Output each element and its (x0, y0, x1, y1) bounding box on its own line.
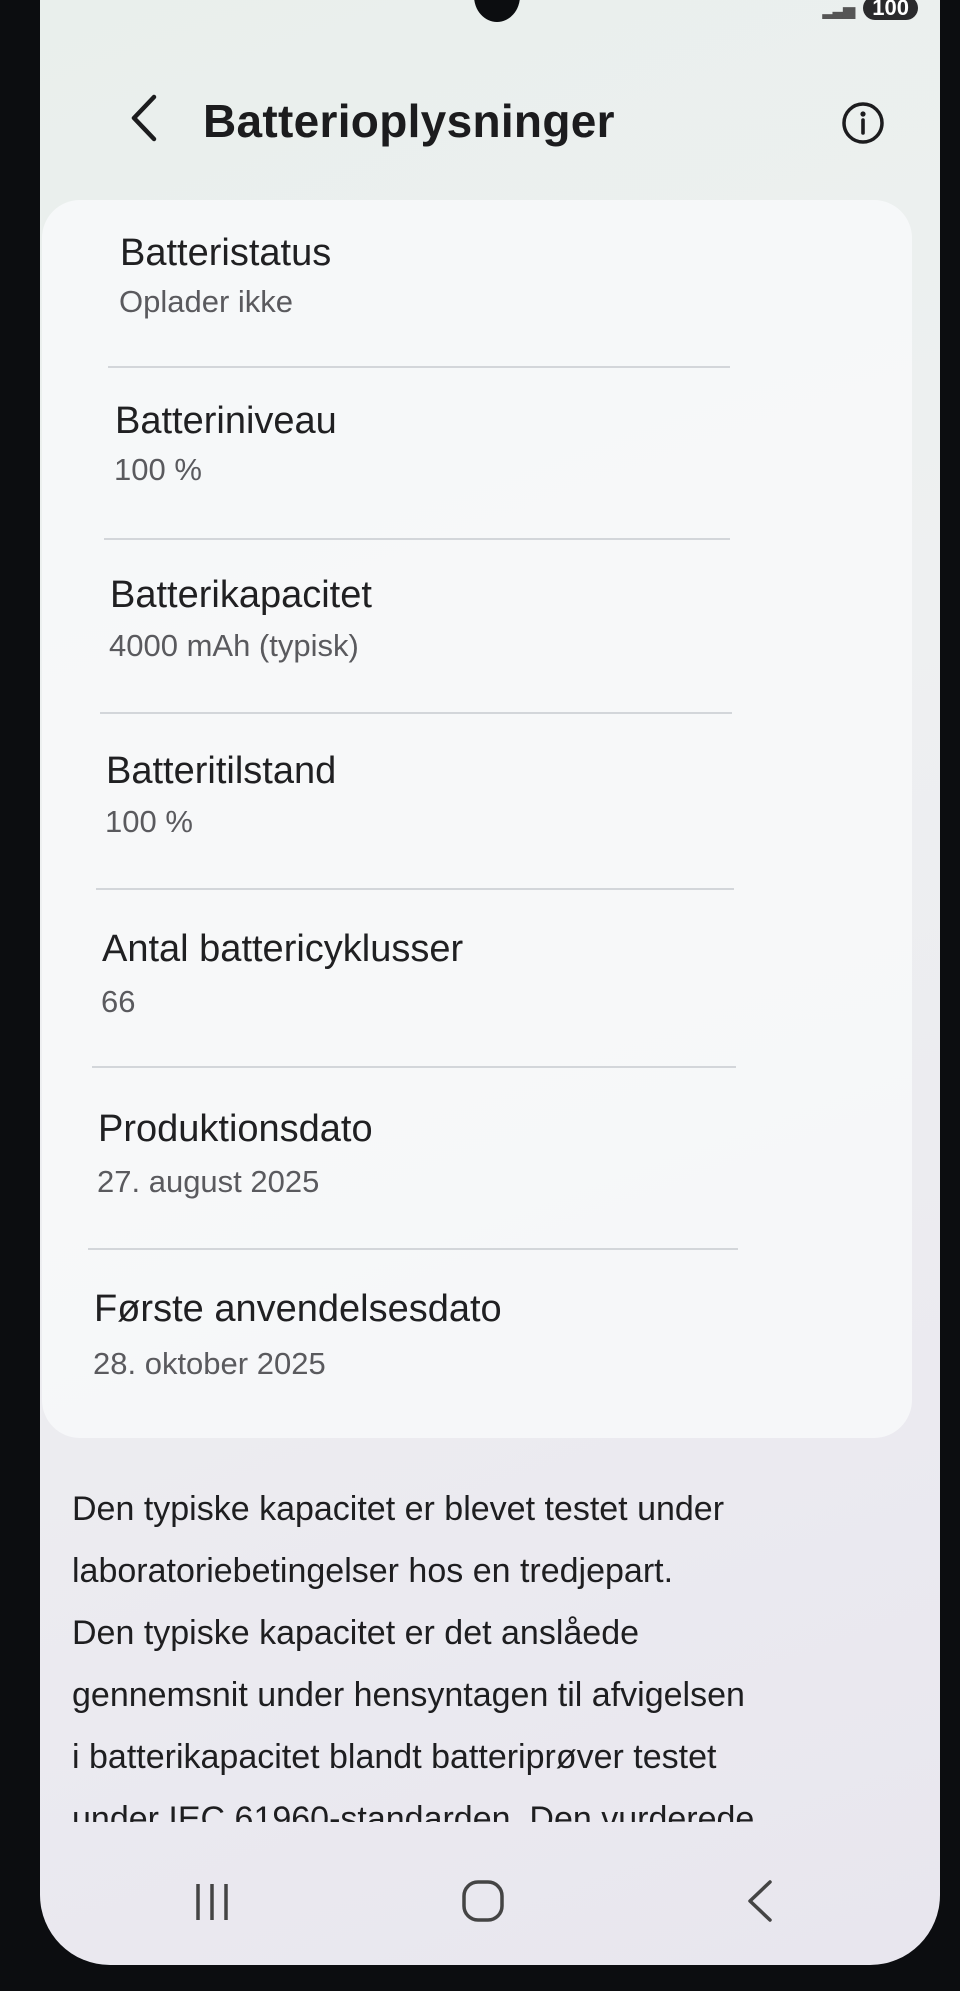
list-item-first-use-date[interactable]: Første anvendelsesdato 28. oktober 2025 (42, 1250, 912, 1420)
footnote-line: laboratoriebetingelser hos en tredjepart… (72, 1552, 674, 1590)
home-icon (462, 1880, 504, 1922)
app-header: Batterioplysninger (40, 88, 940, 158)
phone-screen: ▂▃▅ 100 Batterioplysninger Batteristatus… (40, 0, 940, 1965)
list-item-battery-status[interactable]: Batteristatus Oplader ikke (42, 200, 912, 370)
battery-health-value: 100 % (105, 804, 193, 839)
back-button[interactable] (118, 88, 168, 148)
battery-health-label: Batteritilstand (106, 750, 337, 792)
nav-back-button[interactable] (740, 1876, 780, 1931)
recent-apps-icon (196, 1884, 228, 1920)
battery-level-badge: 100 (863, 0, 918, 20)
battery-status-value: Oplader ikke (119, 284, 294, 319)
list-item-battery-capacity[interactable]: Batterikapacitet 4000 mAh (typisk) (42, 540, 912, 710)
back-icon (748, 1880, 772, 1922)
chevron-left-icon (131, 94, 157, 142)
first-use-date-label: Første anvendelsesdato (94, 1288, 502, 1330)
navigation-bar (40, 1860, 940, 1940)
footnote-line: under IEC 61960-standarden. Den vurdered… (72, 1800, 755, 1822)
first-use-date-value: 28. oktober 2025 (93, 1346, 326, 1381)
info-button[interactable] (840, 100, 886, 146)
list-item-battery-health[interactable]: Batteritilstand 100 % (42, 714, 912, 884)
capacity-footnote: Den typiske kapacitet er blevet testet u… (72, 1478, 902, 1822)
footnote-line: Den typiske kapacitet er blevet testet u… (72, 1490, 725, 1528)
battery-level-label: Batteriniveau (115, 400, 337, 442)
info-icon (842, 102, 884, 144)
battery-level-value: 100 % (114, 452, 202, 487)
status-bar-right: ▂▃▅ 100 (822, 0, 918, 20)
battery-cycles-label: Antal battericyklusser (102, 928, 464, 970)
recent-apps-button[interactable] (190, 1880, 234, 1929)
battery-capacity-value: 4000 mAh (typisk) (109, 628, 359, 663)
battery-info-card: Batteristatus Oplader ikke Batteriniveau… (42, 200, 912, 1438)
list-item-production-date[interactable]: Produktionsdato 27. august 2025 (42, 1068, 912, 1238)
footnote-line: i batterikapacitet blandt batteriprøver … (72, 1738, 717, 1776)
footnote-line: gennemsnit under hensyntagen til afvigel… (72, 1676, 745, 1714)
front-camera (474, 0, 520, 22)
production-date-value: 27. august 2025 (97, 1164, 320, 1199)
footnote-line: Den typiske kapacitet er det anslåede (72, 1614, 640, 1652)
home-button[interactable] (460, 1878, 506, 1929)
battery-status-label: Batteristatus (120, 232, 332, 274)
list-item-battery-cycles[interactable]: Antal battericyklusser 66 (42, 890, 912, 1060)
battery-capacity-label: Batterikapacitet (110, 574, 372, 616)
production-date-label: Produktionsdato (98, 1108, 373, 1150)
battery-cycles-value: 66 (101, 984, 136, 1019)
page-title: Batterioplysninger (203, 95, 615, 147)
signal-bars-icon: ▂▃▅ (822, 2, 855, 19)
list-item-battery-level[interactable]: Batteriniveau 100 % (42, 368, 912, 538)
